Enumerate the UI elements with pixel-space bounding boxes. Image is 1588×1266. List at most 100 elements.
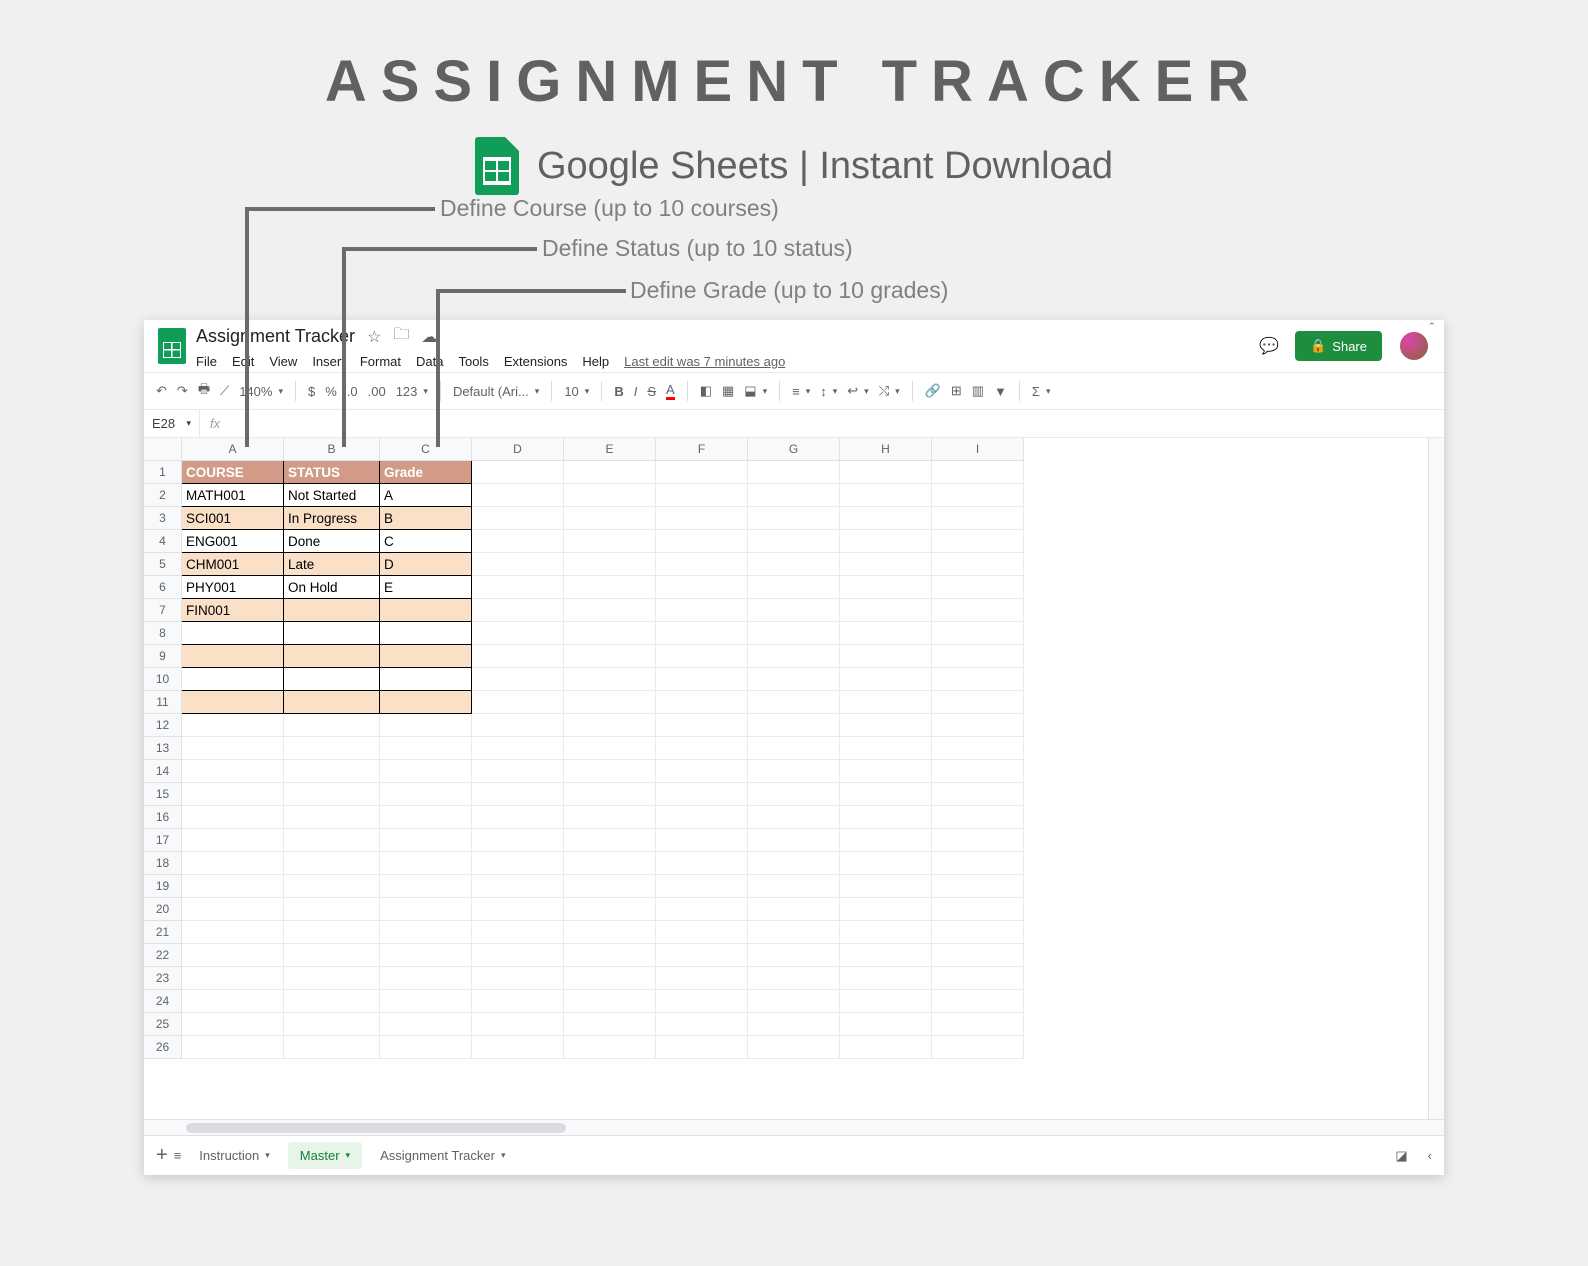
cell[interactable] bbox=[284, 990, 380, 1013]
cell[interactable]: Late bbox=[284, 553, 380, 576]
row-header[interactable]: 10 bbox=[144, 668, 182, 691]
row-header[interactable]: 13 bbox=[144, 737, 182, 760]
cell[interactable] bbox=[472, 783, 564, 806]
cell[interactable]: COURSE bbox=[182, 461, 284, 484]
row-header[interactable]: 7 bbox=[144, 599, 182, 622]
cell[interactable] bbox=[840, 668, 932, 691]
cell[interactable] bbox=[656, 783, 748, 806]
cell[interactable] bbox=[840, 622, 932, 645]
move-icon[interactable]: 🗀 bbox=[393, 323, 409, 350]
cell[interactable] bbox=[182, 737, 284, 760]
cell[interactable] bbox=[472, 668, 564, 691]
cell[interactable] bbox=[564, 691, 656, 714]
cell[interactable] bbox=[840, 553, 932, 576]
cell[interactable] bbox=[564, 990, 656, 1013]
explore-icon[interactable]: ◪ bbox=[1395, 1148, 1407, 1164]
cell[interactable] bbox=[932, 783, 1024, 806]
menu-edit[interactable]: Edit bbox=[232, 354, 254, 369]
cell[interactable] bbox=[656, 691, 748, 714]
cell[interactable] bbox=[564, 944, 656, 967]
avatar[interactable] bbox=[1398, 330, 1430, 362]
cell[interactable]: On Hold bbox=[284, 576, 380, 599]
cell[interactable] bbox=[748, 645, 840, 668]
cell[interactable] bbox=[932, 599, 1024, 622]
menu-extensions[interactable]: Extensions bbox=[504, 354, 568, 369]
col-header[interactable]: A bbox=[182, 438, 284, 461]
cell[interactable] bbox=[656, 1013, 748, 1036]
dec-dec-icon[interactable]: .0 bbox=[347, 384, 358, 399]
cell[interactable] bbox=[840, 944, 932, 967]
cell[interactable] bbox=[380, 760, 472, 783]
cell[interactable] bbox=[564, 714, 656, 737]
cell[interactable] bbox=[656, 990, 748, 1013]
row-header[interactable]: 6 bbox=[144, 576, 182, 599]
cell[interactable] bbox=[840, 875, 932, 898]
cell[interactable] bbox=[932, 691, 1024, 714]
cell[interactable] bbox=[284, 714, 380, 737]
cell[interactable]: Done bbox=[284, 530, 380, 553]
cell[interactable] bbox=[182, 645, 284, 668]
cell[interactable] bbox=[182, 990, 284, 1013]
cell[interactable] bbox=[932, 806, 1024, 829]
cell[interactable] bbox=[840, 691, 932, 714]
cell[interactable] bbox=[656, 714, 748, 737]
cell[interactable] bbox=[656, 507, 748, 530]
print-icon[interactable]: 🖶 bbox=[198, 380, 210, 402]
cell[interactable] bbox=[656, 967, 748, 990]
cell[interactable] bbox=[656, 737, 748, 760]
cell[interactable] bbox=[284, 783, 380, 806]
cell[interactable] bbox=[284, 760, 380, 783]
cell[interactable] bbox=[284, 737, 380, 760]
cell[interactable] bbox=[932, 921, 1024, 944]
cell[interactable] bbox=[182, 1036, 284, 1059]
cell[interactable] bbox=[656, 921, 748, 944]
all-sheets-icon[interactable]: ≡ bbox=[174, 1148, 182, 1163]
horizontal-scrollbar[interactable] bbox=[144, 1119, 1444, 1135]
cell[interactable] bbox=[748, 691, 840, 714]
cloud-icon[interactable]: ☁ bbox=[421, 327, 437, 347]
cell[interactable] bbox=[656, 553, 748, 576]
cell[interactable] bbox=[840, 783, 932, 806]
font-select[interactable]: Default (Ari... bbox=[453, 384, 539, 399]
cell[interactable]: C bbox=[380, 530, 472, 553]
row-header[interactable]: 18 bbox=[144, 852, 182, 875]
cell[interactable] bbox=[564, 484, 656, 507]
cell[interactable] bbox=[840, 990, 932, 1013]
cell[interactable] bbox=[932, 875, 1024, 898]
cell[interactable] bbox=[472, 898, 564, 921]
cell[interactable] bbox=[380, 622, 472, 645]
cell[interactable] bbox=[840, 760, 932, 783]
cell[interactable] bbox=[840, 806, 932, 829]
cell[interactable] bbox=[472, 645, 564, 668]
cell[interactable] bbox=[564, 553, 656, 576]
tab-instruction[interactable]: Instruction▾ bbox=[187, 1142, 282, 1169]
cell[interactable] bbox=[284, 1013, 380, 1036]
menu-file[interactable]: File bbox=[196, 354, 217, 369]
cell[interactable] bbox=[380, 783, 472, 806]
tab-master[interactable]: Master▾ bbox=[288, 1142, 362, 1169]
cell[interactable] bbox=[748, 829, 840, 852]
row-header[interactable]: 21 bbox=[144, 921, 182, 944]
cell[interactable] bbox=[564, 898, 656, 921]
cell[interactable] bbox=[472, 622, 564, 645]
menu-help[interactable]: Help bbox=[582, 354, 609, 369]
cell[interactable] bbox=[564, 599, 656, 622]
row-header[interactable]: 12 bbox=[144, 714, 182, 737]
cell[interactable] bbox=[748, 622, 840, 645]
cell[interactable] bbox=[564, 737, 656, 760]
menu-data[interactable]: Data bbox=[416, 354, 443, 369]
cell[interactable] bbox=[472, 829, 564, 852]
link-icon[interactable]: 🔗 bbox=[925, 383, 941, 399]
row-header[interactable]: 1 bbox=[144, 461, 182, 484]
row-header[interactable]: 3 bbox=[144, 507, 182, 530]
cell[interactable] bbox=[182, 829, 284, 852]
cell[interactable] bbox=[932, 622, 1024, 645]
cell[interactable] bbox=[840, 967, 932, 990]
cell[interactable] bbox=[380, 737, 472, 760]
cell[interactable] bbox=[380, 944, 472, 967]
wrap-icon[interactable]: ↩ bbox=[847, 383, 868, 399]
cell[interactable] bbox=[472, 530, 564, 553]
row-header[interactable]: 23 bbox=[144, 967, 182, 990]
collapse-icon[interactable]: ˆ bbox=[1430, 320, 1434, 335]
cell[interactable] bbox=[748, 553, 840, 576]
